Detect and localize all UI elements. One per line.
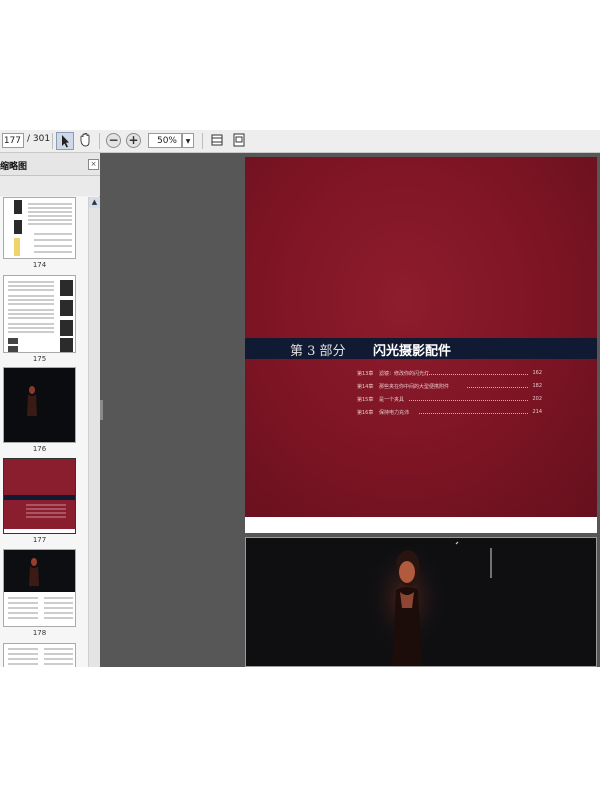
fit-width-icon[interactable] (231, 132, 249, 150)
toolbar-separator (99, 133, 100, 149)
toc-entry[interactable]: 第13章 滤镜：修改你的闪光灯 162 (357, 370, 542, 380)
thumbnail-scrollbar[interactable]: ▲ (88, 197, 100, 667)
toc-title: 滤镜：修改你的闪光灯 (379, 371, 430, 377)
toolbar: 177 / 301 − + 50% ▼ (0, 130, 600, 153)
close-icon[interactable]: × (88, 159, 99, 170)
toolbar-separator (202, 133, 203, 149)
scroll-up-icon[interactable]: ▲ (89, 197, 100, 208)
fit-page-icon[interactable] (209, 132, 227, 150)
toc-leader (467, 387, 528, 388)
toc-leader (419, 413, 528, 414)
thumbnail-label: 174 (32, 261, 47, 269)
thumbnail-label: 178 (32, 629, 47, 637)
toc-title: 是一个夹具 (379, 397, 405, 403)
zoom-level-input[interactable]: 50% (148, 133, 182, 148)
thumbnail-label: 175 (32, 355, 47, 363)
toc-entry[interactable]: 第15章 是一个夹具 202 (357, 396, 542, 406)
part-title-band: 第 3 部分 闪光摄影配件 (245, 338, 597, 359)
toc-chapter: 第16章 (357, 410, 374, 416)
toc-page: 214 (532, 409, 542, 415)
page-total: / 301 (27, 134, 51, 144)
page-178-photo (366, 541, 492, 666)
thumbnail-label: 177 (32, 536, 47, 544)
select-arrow-icon[interactable] (56, 132, 74, 150)
page-178 (245, 537, 597, 667)
part-title: 闪光摄影配件 (373, 344, 452, 359)
thumbnail-176[interactable] (3, 367, 76, 443)
toc-chapter: 第14章 (357, 384, 374, 390)
thumbnail-list: 174 175 176 177 178 (0, 197, 88, 667)
zoom-in-icon[interactable]: + (126, 133, 141, 148)
toc-leader (409, 400, 528, 401)
toc-chapter: 第15章 (357, 397, 374, 403)
toc-entry[interactable]: 第14章 那些夹在你中间的大型便携附件 182 (357, 383, 542, 393)
thumbnail-label: 176 (32, 445, 47, 453)
thumbnail-179[interactable] (3, 643, 76, 667)
zoom-out-icon[interactable]: − (106, 133, 121, 148)
thumbnail-175[interactable] (3, 275, 76, 353)
toolbar-separator (52, 133, 53, 149)
thumbnail-178[interactable] (3, 549, 76, 627)
dropdown-icon[interactable]: ▼ (182, 133, 194, 148)
hand-icon[interactable] (77, 132, 95, 150)
toc-entry[interactable]: 第16章 保持电力充沛 214 (357, 409, 542, 419)
thumbnail-177[interactable] (3, 458, 76, 534)
thumbnail-panel: 缩略图 × 174 175 176 177 178 ▲ (0, 153, 100, 667)
page-177: 第 3 部分 闪光摄影配件 第13章 滤镜：修改你的闪光灯 162 第14章 那… (245, 157, 597, 533)
panel-title: 缩略图 (0, 162, 28, 172)
toc-title: 保持电力充沛 (379, 410, 410, 416)
toc-leader (427, 374, 528, 375)
toc-page: 202 (532, 396, 542, 402)
thumbnail-174[interactable] (3, 197, 76, 259)
panel-splitter[interactable] (100, 400, 103, 420)
panel-options-bar (0, 176, 100, 216)
document-viewer[interactable]: 第 3 部分 闪光摄影配件 第13章 滤镜：修改你的闪光灯 162 第14章 那… (100, 153, 600, 667)
toc-page: 182 (532, 383, 542, 389)
toc-title: 那些夹在你中间的大型便携附件 (379, 384, 450, 390)
panel-header: 缩略图 × (0, 153, 100, 176)
toc-page: 162 (532, 370, 542, 376)
toc-chapter: 第13章 (357, 371, 374, 377)
page-background (245, 157, 597, 517)
part-label: 第 3 部分 (290, 344, 346, 359)
page-number-input[interactable]: 177 (2, 133, 24, 148)
